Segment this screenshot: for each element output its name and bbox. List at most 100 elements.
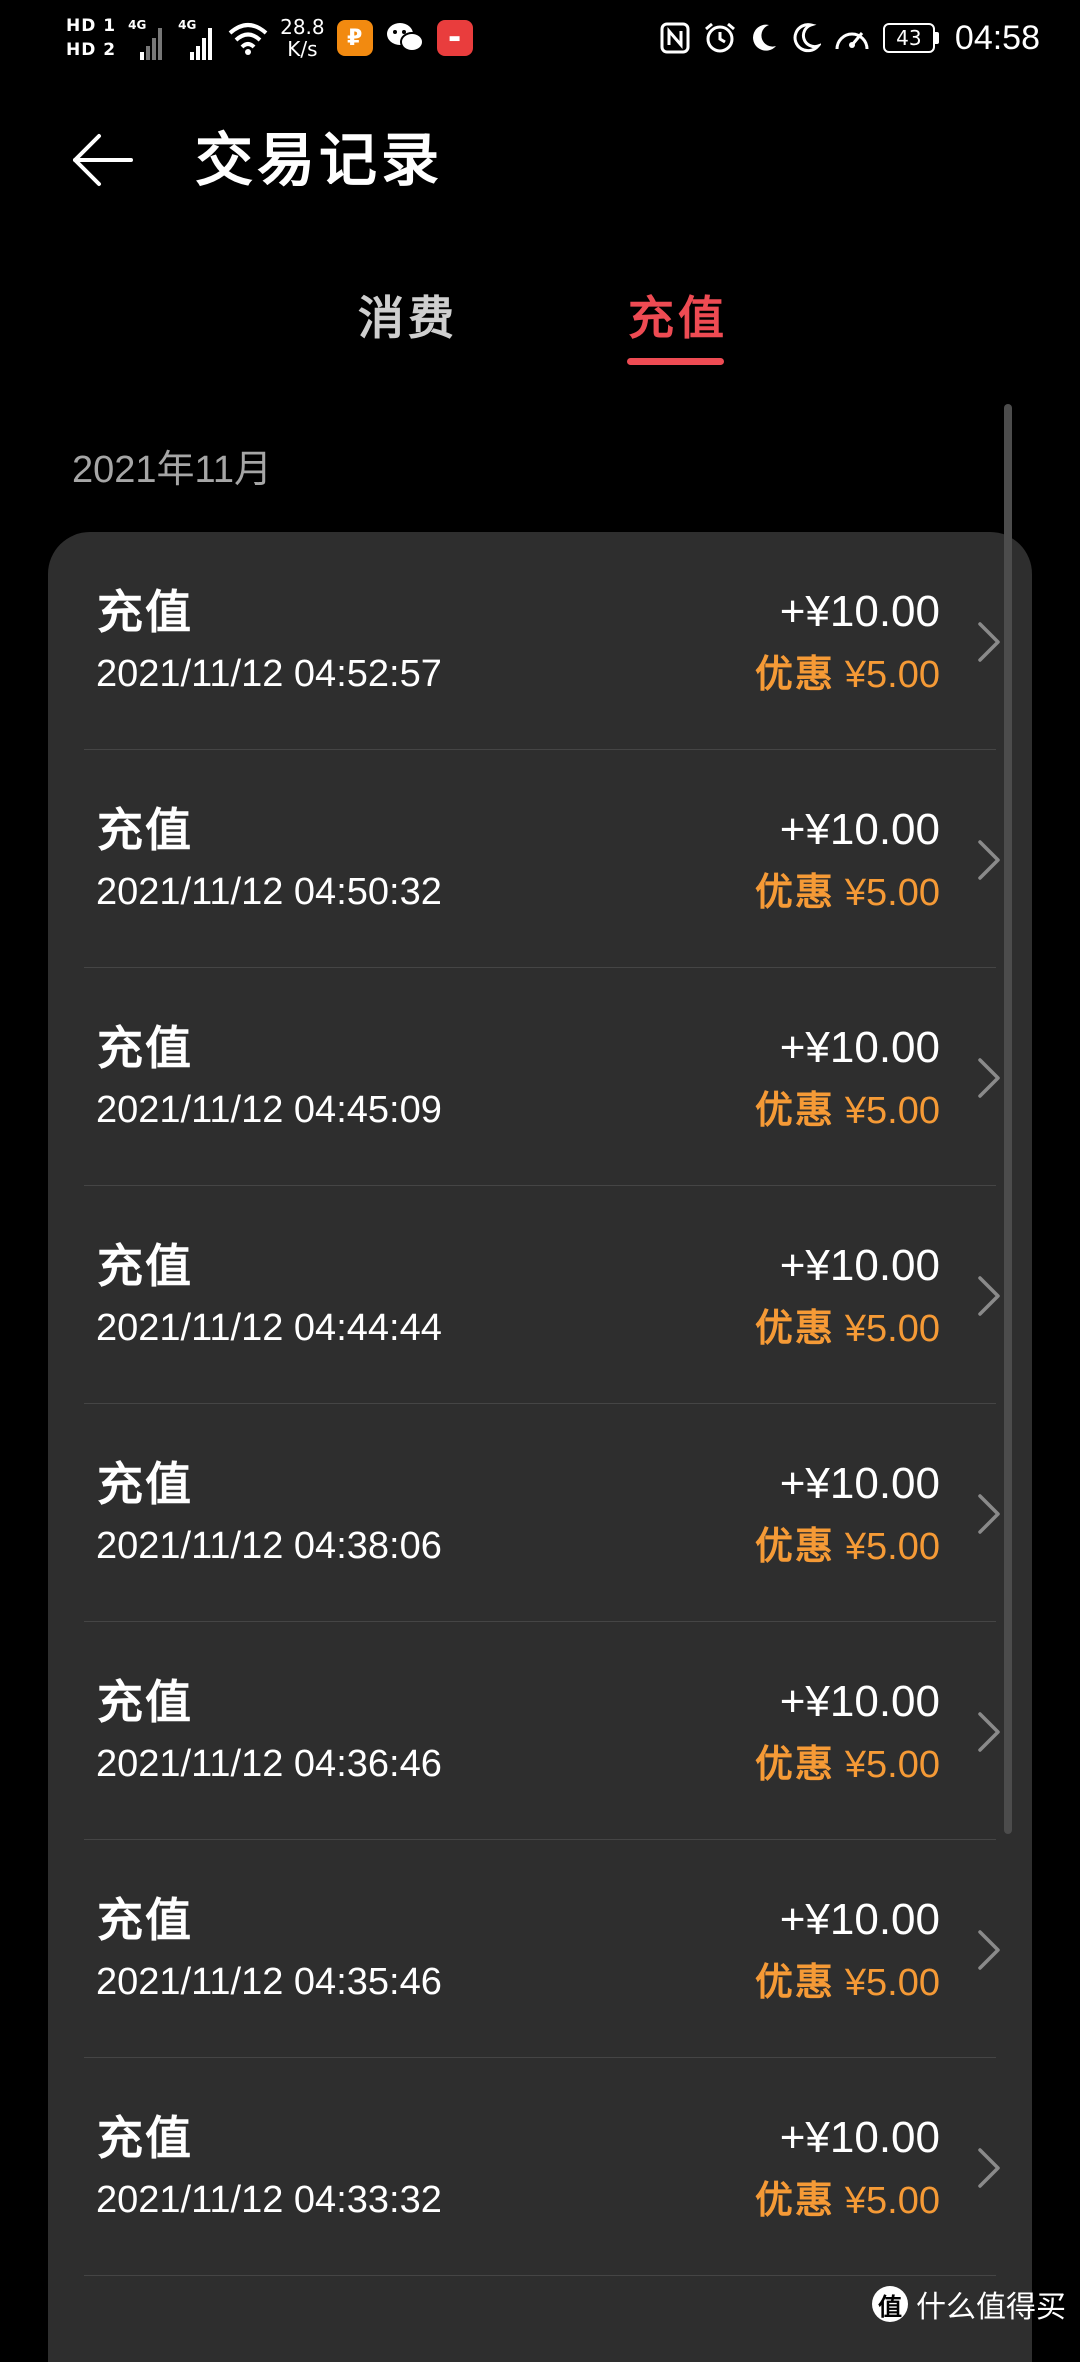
tab-bar: 消费 充值 xyxy=(0,280,1080,370)
status-bar: HD 1 HD 2 4G 4G 28.8 K/s ₽ ▬ 43 04:58 xyxy=(0,0,1080,76)
record-time: 2021/11/12 04:38:06 xyxy=(96,1525,442,1567)
discount-amount: ¥5.00 xyxy=(844,654,940,696)
record-amount: +¥10.00 xyxy=(779,1241,940,1290)
record-type: 充值 xyxy=(97,803,193,857)
record-amount: +¥10.00 xyxy=(779,1023,940,1072)
record-item[interactable]: 充值 2021/11/12 04:44:44 +¥10.00 优惠 ¥5.00 xyxy=(48,1186,1032,1404)
record-type: 充值 xyxy=(97,2111,193,2165)
chevron-right-icon xyxy=(978,1712,1000,1752)
sim2-network-type: 4G xyxy=(178,18,197,32)
record-time: 2021/11/12 04:52:57 xyxy=(96,653,442,695)
wifi-icon xyxy=(228,23,268,55)
discount-label: 优惠 xyxy=(754,1741,835,1786)
record-item[interactable]: 充值 2021/11/12 04:36:46 +¥10.00 优惠 ¥5.00 xyxy=(48,1622,1032,1840)
battery-body: 43 xyxy=(882,23,935,53)
record-item[interactable]: 充值 2021/11/12 04:38:06 +¥10.00 优惠 ¥5.00 xyxy=(48,1404,1032,1622)
sim2-badge: HD 2 xyxy=(66,40,117,60)
record-amount: +¥10.00 xyxy=(779,1677,940,1726)
chevron-right-icon xyxy=(978,1930,1000,1970)
back-button[interactable] xyxy=(68,126,136,194)
record-time: 2021/11/12 04:44:44 xyxy=(96,1307,442,1349)
record-amount: +¥10.00 xyxy=(779,587,940,636)
discount-label: 优惠 xyxy=(754,869,835,914)
record-discount: 优惠 ¥5.00 xyxy=(755,1740,940,1789)
record-item[interactable]: 充值 2021/11/12 04:52:57 +¥10.00 优惠 ¥5.00 xyxy=(48,532,1032,750)
record-item[interactable]: 充值 2021/11/12 04:50:32 +¥10.00 优惠 ¥5.00 xyxy=(48,750,1032,968)
record-discount: 优惠 ¥5.00 xyxy=(755,1522,940,1571)
record-type: 充值 xyxy=(97,585,193,639)
speedometer-icon xyxy=(835,32,869,50)
moon-icon xyxy=(793,23,821,53)
record-item[interactable]: 充值 2021/11/12 04:45:09 +¥10.00 优惠 ¥5.00 xyxy=(48,968,1032,1186)
moon-icon xyxy=(752,24,776,51)
discount-amount: ¥5.00 xyxy=(844,1308,940,1350)
sim1-badge: HD 1 xyxy=(66,16,117,36)
watermark: 值 什么值得买 xyxy=(872,2282,1066,2326)
sim-badges: HD 1 HD 2 xyxy=(66,16,116,60)
record-discount: 优惠 ¥5.00 xyxy=(755,868,940,917)
record-discount: 优惠 ¥5.00 xyxy=(755,650,940,699)
record-type: 充值 xyxy=(97,1675,193,1729)
record-type: 充值 xyxy=(97,1021,193,1075)
record-type: 充值 xyxy=(97,1457,193,1511)
tab-recharge[interactable]: 充值 xyxy=(628,288,728,348)
discount-amount: ¥5.00 xyxy=(844,872,940,914)
record-amount: +¥10.00 xyxy=(779,2113,940,2162)
record-discount: 优惠 ¥5.00 xyxy=(755,1304,940,1353)
status-clock: 04:58 xyxy=(954,18,1040,57)
record-item[interactable]: 充值 2021/11/12 04:33:32 +¥10.00 优惠 ¥5.00 xyxy=(48,2058,1032,2276)
network-speed: 28.8 K/s xyxy=(280,16,325,60)
status-bar-right: 43 04:58 xyxy=(659,19,1040,58)
scrollbar[interactable] xyxy=(1004,404,1012,1834)
watermark-logo: 值 xyxy=(872,2286,908,2322)
sim1-signal: 4G xyxy=(128,14,166,62)
chevron-right-icon xyxy=(978,1276,1000,1316)
network-speed-unit: K/s xyxy=(287,37,318,61)
discount-label: 优惠 xyxy=(754,1523,835,1568)
record-discount: 优惠 ¥5.00 xyxy=(755,2176,940,2225)
chevron-right-icon xyxy=(978,1494,1000,1534)
status-bar-left: HD 1 HD 2 4G 4G 28.8 K/s ₽ ▬ xyxy=(66,14,473,62)
discount-amount: ¥5.00 xyxy=(844,1526,940,1568)
record-amount: +¥10.00 xyxy=(779,1895,940,1944)
network-speed-value: 28.8 xyxy=(280,15,325,39)
record-type: 充值 xyxy=(97,1893,193,1947)
nfc-icon xyxy=(660,22,690,54)
shopping-app-icon: ▬ xyxy=(436,20,473,56)
record-type: 充值 xyxy=(97,1239,193,1293)
record-list: 充值 2021/11/12 04:52:57 +¥10.00 优惠 ¥5.00 充… xyxy=(48,532,1032,2276)
record-discount: 优惠 ¥5.00 xyxy=(755,1958,940,2007)
record-amount: +¥10.00 xyxy=(779,1459,940,1508)
chevron-right-icon xyxy=(978,840,1000,880)
chevron-right-icon xyxy=(978,622,1000,662)
discount-amount: ¥5.00 xyxy=(844,1744,940,1786)
sim1-network-type: 4G xyxy=(128,18,147,32)
discount-label: 优惠 xyxy=(754,651,835,696)
discount-label: 优惠 xyxy=(754,2177,835,2222)
records-card: 充值 2021/11/12 04:52:57 +¥10.00 优惠 ¥5.00 充… xyxy=(48,532,1032,2362)
watermark-text: 什么值得买 xyxy=(916,2290,1066,2325)
record-discount: 优惠 ¥5.00 xyxy=(755,1086,940,1135)
record-time: 2021/11/12 04:50:32 xyxy=(96,871,442,913)
discount-label: 优惠 xyxy=(754,1305,835,1350)
record-time: 2021/11/12 04:33:32 xyxy=(96,2179,442,2221)
chevron-right-icon xyxy=(978,1058,1000,1098)
battery-indicator: 43 xyxy=(882,23,939,53)
alarm-icon xyxy=(704,22,735,53)
record-time: 2021/11/12 04:45:09 xyxy=(96,1089,442,1131)
app-header: 交易记录 xyxy=(0,110,1080,210)
discount-amount: ¥5.00 xyxy=(844,1090,940,1132)
active-tab-indicator xyxy=(627,358,724,365)
discount-amount: ¥5.00 xyxy=(844,1962,940,2004)
discount-label: 优惠 xyxy=(754,1959,835,2004)
arrow-left-icon xyxy=(73,134,133,186)
record-item[interactable]: 充值 2021/11/12 04:35:46 +¥10.00 优惠 ¥5.00 xyxy=(48,1840,1032,2058)
wechat-icon xyxy=(386,23,424,52)
tab-consume[interactable]: 消费 xyxy=(358,288,458,348)
record-time: 2021/11/12 04:36:46 xyxy=(96,1743,442,1785)
discount-amount: ¥5.00 xyxy=(844,2180,940,2222)
payment-app-icon: ₽ xyxy=(336,20,373,56)
battery-tip xyxy=(934,32,939,44)
discount-label: 优惠 xyxy=(754,1087,835,1132)
chevron-right-icon xyxy=(978,2148,1000,2188)
